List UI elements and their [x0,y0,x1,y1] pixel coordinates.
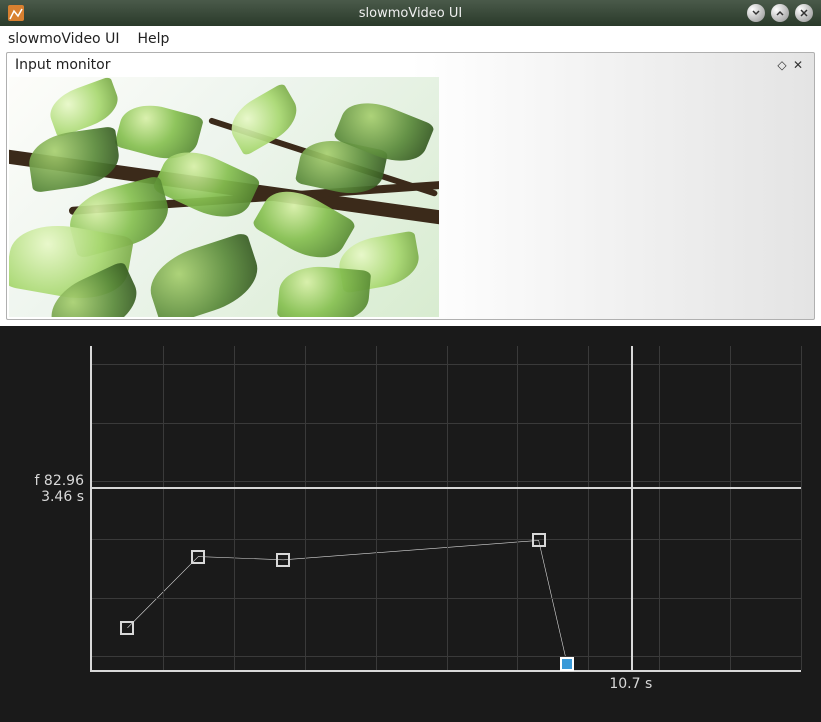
close-button[interactable] [795,4,813,22]
pin-icon[interactable]: ◇ [774,57,790,73]
x-cursor-label: 10.7 s [609,676,652,692]
curve-node[interactable] [560,657,574,671]
y-cursor-label: f 82.963.46 s [35,473,84,505]
curve-node[interactable] [120,621,134,635]
curve-node[interactable] [191,550,205,564]
input-monitor-panel: Input monitor ◇ ✕ [6,52,815,320]
video-preview[interactable] [9,77,439,317]
grid-line-h [92,423,801,424]
y-cursor-frame: f 82.96 [35,473,84,489]
grid-line-v [163,346,164,670]
window-titlebar: slowmoVideo UI [0,0,821,26]
window-controls [747,4,813,22]
cursor-line-horizontal [92,487,801,489]
panel-header: Input monitor ◇ ✕ [7,53,814,77]
app-body: slowmoVideo UI Help Input monitor ◇ ✕ [0,26,821,722]
grid-line-v [305,346,306,670]
timeline-canvas[interactable]: f 82.963.46 s 10.7 s [0,326,821,722]
plot-area[interactable]: f 82.963.46 s10.7 s [90,346,801,672]
grid-line-v [517,346,518,670]
grid-line-v [659,346,660,670]
grid-line-h [92,539,801,540]
close-panel-icon[interactable]: ✕ [790,57,806,73]
y-cursor-seconds: 3.46 s [35,489,84,505]
menubar: slowmoVideo UI Help [0,26,821,52]
preview-area [7,77,814,319]
grid-line-h [92,656,801,657]
menu-item-help[interactable]: Help [137,31,169,47]
grid-line-v [730,346,731,670]
curve-node[interactable] [276,553,290,567]
panel-title: Input monitor [15,57,110,73]
cursor-line-vertical [631,346,633,670]
maximize-button[interactable] [771,4,789,22]
app-icon [6,3,26,23]
grid-line-h [92,481,801,482]
grid-line-v [801,346,802,670]
minimize-button[interactable] [747,4,765,22]
grid-line-v [234,346,235,670]
grid-line-v [376,346,377,670]
grid-line-h [92,598,801,599]
curve-node[interactable] [532,533,546,547]
grid-line-h [92,364,801,365]
grid-line-v [588,346,589,670]
window-title: slowmoVideo UI [359,6,463,21]
menu-item-app[interactable]: slowmoVideo UI [8,31,119,47]
grid-line-v [447,346,448,670]
